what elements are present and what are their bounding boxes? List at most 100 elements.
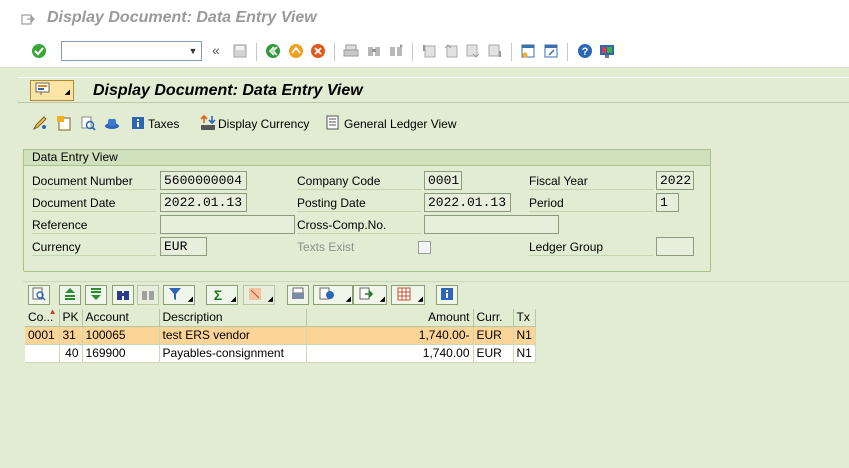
next-page-icon[interactable] bbox=[465, 43, 481, 59]
document-date-field[interactable]: 2022.01.13 bbox=[160, 193, 247, 212]
views-dropdown-icon: ◢ bbox=[345, 296, 351, 303]
texts-exist-checkbox[interactable] bbox=[418, 241, 431, 254]
fiscal-year-field[interactable]: 2022 bbox=[656, 171, 694, 190]
table-row[interactable]: 0001 31 100065 test ERS vendor 1,740.00-… bbox=[25, 326, 536, 345]
column-header-currency[interactable]: Curr. bbox=[473, 309, 514, 327]
cell-tax: N1 bbox=[513, 344, 536, 363]
cell-amount: 1,740.00- bbox=[306, 326, 474, 345]
command-field[interactable]: ▼ bbox=[61, 41, 202, 61]
display-search-icon[interactable] bbox=[80, 115, 96, 131]
column-header-co[interactable]: Co... ▲ bbox=[25, 307, 60, 327]
information-icon bbox=[440, 287, 454, 304]
find-button[interactable] bbox=[112, 285, 134, 305]
cancel-icon[interactable] bbox=[310, 43, 326, 59]
create-session-icon[interactable] bbox=[520, 43, 536, 59]
menu-dropdown-icon: ◢ bbox=[64, 89, 70, 96]
cell-tax: N1 bbox=[513, 326, 536, 345]
column-header-account[interactable]: Account bbox=[82, 309, 160, 327]
print-preview-icon bbox=[291, 287, 305, 304]
sort-ascending-icon bbox=[63, 287, 77, 304]
reference-label: Reference bbox=[32, 216, 156, 234]
cell-pk: 31 bbox=[59, 326, 83, 345]
posting-date-field[interactable]: 2022.01.13 bbox=[424, 193, 511, 212]
cross-comp-field[interactable] bbox=[424, 215, 559, 234]
customize-layout-icon[interactable] bbox=[599, 43, 615, 59]
edit-pencil-icon[interactable] bbox=[32, 115, 48, 131]
filter-button[interactable]: ◢ bbox=[163, 285, 195, 305]
menu-button[interactable]: ◢ bbox=[30, 80, 74, 101]
views-icon bbox=[319, 287, 335, 304]
svg-text:?: ? bbox=[582, 46, 589, 58]
display-currency-button[interactable]: Display Currency bbox=[218, 117, 309, 131]
print-preview-button[interactable] bbox=[287, 285, 309, 305]
back-arrows-icon[interactable]: « bbox=[212, 42, 220, 58]
user-hat-icon[interactable] bbox=[104, 115, 120, 131]
layout-icon bbox=[397, 287, 411, 304]
document-overview-icon[interactable] bbox=[56, 115, 72, 131]
ledger-group-field[interactable] bbox=[656, 237, 694, 256]
command-dropdown-icon[interactable]: ▼ bbox=[186, 45, 200, 57]
cell-currency: EUR bbox=[473, 326, 514, 345]
exit-icon[interactable] bbox=[20, 11, 36, 27]
application-toolbar: Taxes Display Currency General Ledger Vi… bbox=[18, 106, 849, 140]
first-page-icon[interactable] bbox=[421, 43, 437, 59]
cell-co bbox=[25, 344, 60, 363]
find-next-icon[interactable] bbox=[388, 43, 404, 59]
document-number-label: Document Number bbox=[32, 172, 156, 190]
cell-description: test ERS vendor bbox=[159, 326, 307, 345]
column-header-tax[interactable]: Tx bbox=[513, 309, 536, 327]
taxes-button[interactable]: Taxes bbox=[148, 117, 179, 131]
views-button[interactable]: ◢ bbox=[313, 285, 353, 305]
taxes-info-icon[interactable] bbox=[130, 115, 146, 131]
table-row[interactable]: 40 169900 Payables-consignment 1,740.00 … bbox=[25, 344, 536, 363]
layout-button[interactable]: ◢ bbox=[391, 285, 425, 305]
layout-dropdown-icon: ◢ bbox=[417, 296, 423, 303]
exit-nav-icon[interactable] bbox=[288, 43, 304, 59]
fiscal-year-label: Fiscal Year bbox=[529, 172, 653, 190]
company-code-label: Company Code bbox=[297, 172, 421, 190]
column-header-amount[interactable]: Amount bbox=[306, 309, 474, 327]
system-toolbar: ▼ « ? bbox=[0, 36, 849, 68]
cross-comp-label: Cross-Comp.No. bbox=[297, 216, 421, 234]
total-button[interactable]: Σ ◢ bbox=[206, 285, 238, 305]
company-code-field[interactable]: 0001 bbox=[424, 171, 462, 190]
back-icon[interactable] bbox=[265, 43, 281, 59]
menu-icon bbox=[35, 82, 53, 99]
export-button[interactable]: ◢ bbox=[353, 285, 387, 305]
last-page-icon[interactable] bbox=[487, 43, 503, 59]
table-header-row: Co... ▲ PK Account Description Amount Cur… bbox=[25, 307, 536, 327]
document-number-field[interactable]: 5600000004 bbox=[160, 171, 247, 190]
cell-amount: 1,740.00 bbox=[306, 344, 474, 363]
export-dropdown-icon: ◢ bbox=[379, 296, 385, 303]
information-button[interactable] bbox=[436, 285, 458, 305]
items-toolbar: ◢ Σ ◢ ◢ ◢ ◢ ◢ bbox=[23, 281, 849, 307]
line-items-grid: Co... ▲ PK Account Description Amount Cur… bbox=[23, 307, 849, 468]
period-label: Period bbox=[529, 194, 653, 212]
find-next-button[interactable] bbox=[137, 285, 159, 305]
currency-label: Currency bbox=[32, 238, 156, 256]
print-icon[interactable] bbox=[343, 43, 359, 59]
find-icon[interactable] bbox=[366, 43, 382, 59]
shortcut-icon[interactable] bbox=[543, 43, 559, 59]
binoculars-icon bbox=[116, 287, 130, 304]
currency-field[interactable]: EUR bbox=[160, 237, 207, 256]
enter-icon[interactable] bbox=[31, 43, 47, 59]
reference-field[interactable] bbox=[160, 215, 295, 234]
general-ledger-view-button[interactable]: General Ledger View bbox=[344, 117, 457, 131]
help-icon[interactable]: ? bbox=[577, 43, 593, 59]
period-field[interactable]: 1 bbox=[656, 193, 679, 212]
previous-page-icon[interactable] bbox=[443, 43, 459, 59]
column-header-description[interactable]: Description bbox=[159, 309, 307, 327]
display-currency-icon[interactable] bbox=[200, 115, 216, 131]
sort-descending-button[interactable] bbox=[85, 285, 107, 305]
subtotal-button[interactable]: ◢ bbox=[243, 285, 275, 305]
page-header: ◢ Display Document: Data Entry View bbox=[18, 77, 849, 103]
details-button[interactable] bbox=[28, 285, 50, 305]
save-icon[interactable] bbox=[232, 43, 248, 59]
filter-icon bbox=[168, 287, 182, 304]
export-icon bbox=[359, 287, 374, 304]
texts-exist-label: Texts Exist bbox=[297, 240, 355, 254]
general-ledger-view-icon[interactable] bbox=[325, 115, 341, 131]
column-header-pk[interactable]: PK bbox=[59, 309, 83, 327]
sort-ascending-button[interactable] bbox=[59, 285, 81, 305]
